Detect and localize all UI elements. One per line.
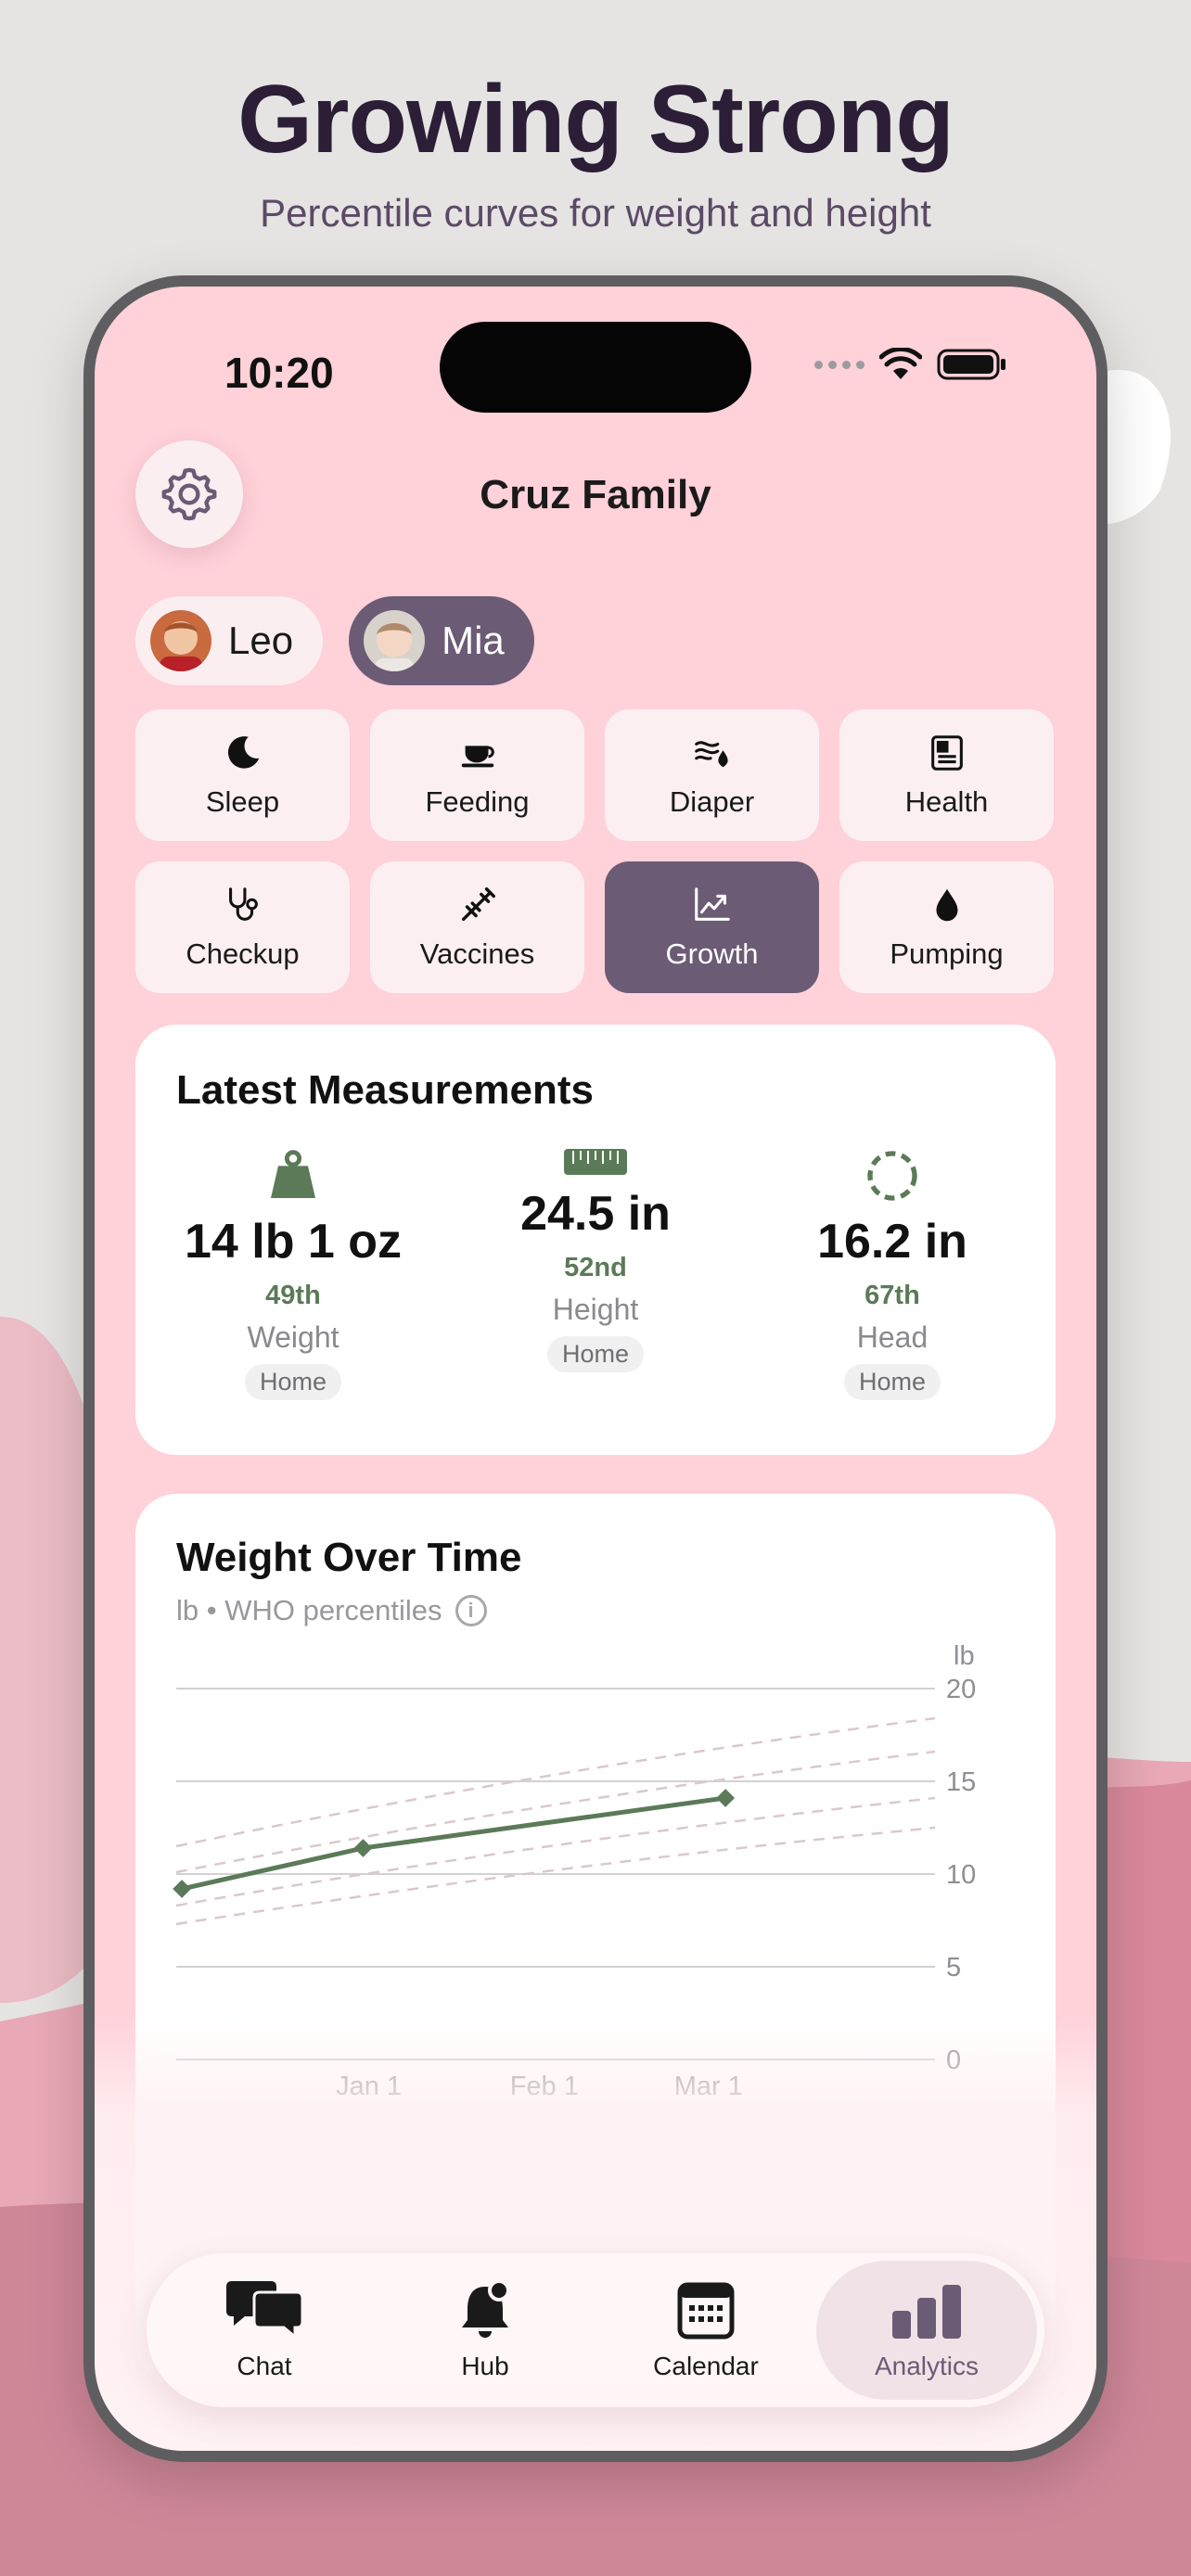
measurement-value: 16.2 in xyxy=(817,1215,967,1269)
measurement-percentile: 52nd xyxy=(564,1253,627,1282)
tab-hub[interactable]: Hub xyxy=(375,2261,596,2400)
category-health[interactable]: Health xyxy=(839,709,1054,841)
tab-chat[interactable]: Chat xyxy=(154,2261,375,2400)
category-diaper[interactable]: Diaper xyxy=(605,709,819,841)
measurement-head[interactable]: 16.2 in 67th Head Home xyxy=(753,1143,1031,1400)
health-record-icon xyxy=(930,735,963,771)
percentile-curve xyxy=(175,1826,936,1926)
chat-bubbles-icon xyxy=(226,2281,304,2340)
calendar-icon xyxy=(677,2282,735,2340)
category-label: Checkup xyxy=(186,937,300,970)
category-sleep[interactable]: Sleep xyxy=(135,709,350,841)
category-label: Health xyxy=(904,785,989,818)
growth-chart-icon xyxy=(694,887,730,921)
category-growth[interactable]: Growth xyxy=(605,861,819,993)
latest-measurements-title: Latest Measurements xyxy=(176,1067,594,1113)
child-name-mia: Mia xyxy=(442,618,505,662)
child-name-leo: Leo xyxy=(228,618,294,662)
app-screen: 10:20 Cruz Family Leo Mia Sleep Feeding … xyxy=(95,287,1096,2451)
category-pumping[interactable]: Pumping xyxy=(839,861,1054,993)
bar-chart-icon xyxy=(892,2285,961,2339)
promo-title: Growing Strong xyxy=(237,66,954,173)
y-tick-label: 5 xyxy=(946,1953,961,1983)
measurement-source-badge: Home xyxy=(244,1364,342,1400)
measurement-source-badge: Home xyxy=(843,1364,941,1400)
family-name-title: Cruz Family xyxy=(480,472,711,517)
diaper-icon xyxy=(694,741,728,768)
category-label: Feeding xyxy=(425,785,530,818)
status-icons xyxy=(814,348,1007,381)
weight-data-point xyxy=(716,1789,736,1807)
measurement-height[interactable]: 24.5 in 52nd Height Home xyxy=(456,1143,735,1372)
status-time: 10:20 xyxy=(224,349,334,397)
avatar-leo xyxy=(150,610,211,671)
tab-bar: Chat Hub Calendar Analytics xyxy=(147,2253,1044,2407)
child-tab-mia[interactable]: Mia xyxy=(349,596,534,685)
y-axis-unit: lb xyxy=(954,1641,975,1671)
measurement-value: 24.5 in xyxy=(520,1187,671,1241)
latest-measurements-card: Latest Measurements 14 lb 1 oz 49th Weig… xyxy=(135,1025,1056,1455)
weight-chart-subtitle-text: lb • WHO percentiles xyxy=(176,1594,442,1626)
measurement-label: Weight xyxy=(247,1320,339,1354)
category-label: Vaccines xyxy=(419,937,535,970)
cup-icon xyxy=(461,746,494,768)
syringe-icon xyxy=(461,887,495,922)
stethoscope-icon xyxy=(228,887,258,921)
drop-icon xyxy=(936,888,957,922)
y-tick-label: 15 xyxy=(946,1767,976,1797)
promo-subtitle: Percentile curves for weight and height xyxy=(260,191,931,235)
tab-label: Hub xyxy=(461,2352,509,2380)
phone-frame: 10:20 Cruz Family Leo Mia Sleep Feeding … xyxy=(83,275,1108,2462)
tab-label: Analytics xyxy=(874,2352,980,2380)
tab-label: Calendar xyxy=(653,2352,759,2380)
category-label: Pumping xyxy=(890,937,1004,970)
measurement-value: 14 lb 1 oz xyxy=(184,1215,403,1269)
measurement-percentile: 67th xyxy=(864,1281,920,1310)
measurement-source-badge: Home xyxy=(546,1336,645,1372)
category-label: Sleep xyxy=(205,785,280,818)
measurement-label: Height xyxy=(552,1293,639,1326)
measurement-label: Head xyxy=(856,1320,928,1354)
weight-icon xyxy=(271,1150,315,1198)
tab-analytics[interactable]: Analytics xyxy=(816,2261,1037,2400)
y-tick-label: 10 xyxy=(946,1860,976,1890)
tab-calendar[interactable]: Calendar xyxy=(596,2261,816,2400)
child-selector: Leo Mia xyxy=(135,596,534,685)
weight-data-point xyxy=(353,1839,373,1857)
head-circle-icon xyxy=(867,1151,917,1201)
weight-chart-subtitle: lb • WHO percentiles i xyxy=(176,1594,487,1627)
category-label: Diaper xyxy=(669,785,755,818)
child-tab-leo[interactable]: Leo xyxy=(135,596,324,685)
category-vaccines[interactable]: Vaccines xyxy=(370,861,584,993)
bell-icon xyxy=(462,2279,510,2338)
measurement-weight[interactable]: 14 lb 1 oz 49th Weight Home xyxy=(154,1143,432,1400)
category-checkup[interactable]: Checkup xyxy=(135,861,350,993)
tab-label: Chat xyxy=(237,2352,292,2380)
y-tick-label: 20 xyxy=(946,1675,976,1704)
ruler-icon xyxy=(564,1149,627,1175)
category-label: Growth xyxy=(665,937,759,970)
signal-dots-icon xyxy=(814,360,864,369)
category-feeding[interactable]: Feeding xyxy=(370,709,584,841)
info-icon[interactable]: i xyxy=(455,1595,487,1626)
battery-icon xyxy=(937,349,1005,380)
weight-series-line xyxy=(181,1795,726,1892)
dynamic-island xyxy=(440,322,751,413)
avatar-mia xyxy=(364,610,426,671)
wifi-icon xyxy=(879,348,922,379)
weight-data-point xyxy=(173,1880,192,1898)
weight-chart-title: Weight Over Time xyxy=(176,1535,522,1580)
percentile-curve xyxy=(175,1796,936,1907)
moon-icon xyxy=(227,736,259,769)
measurement-percentile: 49th xyxy=(265,1281,321,1310)
category-grid: Sleep Feeding Diaper Health Checkup Vacc… xyxy=(135,709,1056,993)
